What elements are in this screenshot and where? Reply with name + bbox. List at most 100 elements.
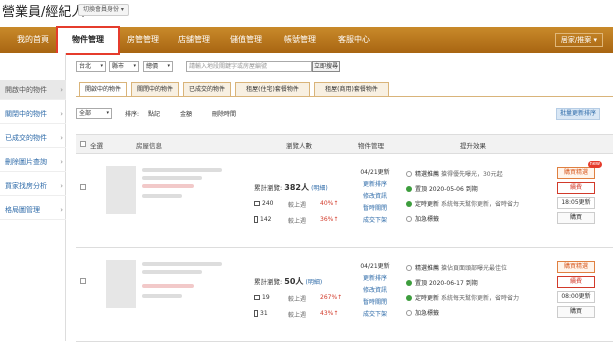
boost-effects: 精選推薦 搶佔頁面頭部曝光最佳位 置頂 2020-06-17 到期 定時更新 系… [406,261,556,321]
boost-buttons: 購買精選 續費 08:00更新 購買 [557,261,595,321]
sidebar-item-deleted-images[interactable]: 刪除圖片查詢 › [0,152,66,172]
search-input[interactable]: 請輸入地段關鍵字或房屋編號 [186,61,312,72]
buy-button[interactable]: 購買 [557,306,595,318]
row-checkbox[interactable] [80,278,86,284]
pc-views-change: 40%↑ [320,200,339,207]
sidebar-item-label: 買家找房分析 [5,182,47,190]
mark-sold-link[interactable]: 成交下架 [360,309,390,321]
bulk-update-sort-button[interactable]: 批量更新排序 [556,108,601,120]
mark-sold-link[interactable]: 成交下架 [360,215,390,227]
renew-button[interactable]: 續費 [557,276,595,288]
mobile-icon [254,310,258,317]
effect-name: 精選推薦 [415,171,440,178]
listing-thumbnail[interactable] [106,260,136,308]
new-badge: new [587,161,602,168]
effect-name: 定時更新 [415,295,440,302]
listing-subtitle-placeholder [142,176,202,180]
check-icon [406,280,412,286]
price-type-select[interactable]: 總價 ▾ [143,61,173,72]
search-button[interactable]: 立即搜尋 [312,61,340,72]
update-sort-link[interactable]: 更新排序 [360,273,390,285]
tab-closed[interactable]: 關閉中的物件 [131,82,179,96]
nav-listing-management[interactable]: 物件管理 [56,26,120,55]
tab-open[interactable]: 開啟中的物件 [79,82,127,96]
nav-housing-management[interactable]: 房管管理 [127,34,159,45]
sidebar-item-label: 關閉中的物件 [5,110,47,118]
edit-info-link[interactable]: 修改資訊 [360,191,390,203]
row-checkbox[interactable] [80,184,86,190]
views-detail-link[interactable]: (明細) [311,185,328,192]
top-bar: 營業員/經紀人 切換會員身份 ▾ [0,0,613,24]
temporary-close-link[interactable]: 暫時關閉 [360,203,390,215]
city-select-value: 台北 [79,63,92,70]
chevron-right-icon: › [60,86,63,94]
listing-subtitle-placeholder [142,270,202,274]
buy-button[interactable]: 購買 [557,212,595,224]
effect-featured: 精選推薦 搶得優先曝光，30元起 [406,167,556,182]
column-boost: 提升效果 [460,142,486,150]
table-row: 累計瀏覽: 382人 (明細) 240 較上週 40%↑ 142 較上週 36%↑ 04… [76,154,613,248]
boost-effects: 精選推薦 搶得優先曝光，30元起 置頂 2020-05-06 到期 定時更新 系… [406,167,556,227]
district-select[interactable]: 縣市 ▾ [109,61,139,72]
renew-button[interactable]: 續費 [557,182,595,194]
mobile-views-value: 31 [260,310,268,317]
district-select-value: 縣市 [112,63,125,70]
mobile-views: 142 較上週 36%↑ [254,216,338,225]
sidebar-item-floorplan[interactable]: 格局圖管理 › [0,200,66,220]
desktop-icon [254,295,260,300]
total-views-label: 累計瀏覽: [254,184,283,192]
views-detail-link[interactable]: (明細) [306,279,323,286]
check-icon [406,295,412,301]
nav-customer-service[interactable]: 客服中心 [338,34,370,45]
table-row: 累計瀏覽: 50人 (明細) 19 較上週 267%↑ 31 較上週 43%↑ 04/2… [76,248,613,342]
switch-role-label: 切換會員身份 [83,6,120,13]
sort-option-deleted-time[interactable]: 刪除時間 [212,109,236,118]
table-header: 全選 房屋信息 瀏覽人數 物件管理 提升效果 [76,134,613,154]
city-select[interactable]: 台北 ▾ [76,61,106,72]
listing-price-placeholder [142,284,194,288]
inactive-icon [406,310,412,316]
update-time-select[interactable]: 18:05更新 [557,197,595,209]
buy-featured-button[interactable]: 購買精選 new [557,161,602,179]
nav-account-management[interactable]: 帳號管理 [284,34,316,45]
mobile-views-change: 43%↑ [320,310,339,317]
effect-name: 置頂 [415,186,428,193]
pc-views: 240 較上週 40%↑ [254,200,338,209]
boost-buttons: 購買精選 new 續費 18:05更新 購買 [557,161,602,227]
effect-urgent-tag: 加急標籤 [406,306,556,321]
total-views-value: 382人 [284,183,309,192]
nav-home[interactable]: 我的首頁 [17,34,49,45]
edit-info-link[interactable]: 修改資訊 [360,285,390,297]
nav-credit-management[interactable]: 儲值管理 [230,34,262,45]
tab-sold[interactable]: 已成交的物件 [183,82,231,96]
total-views: 累計瀏覽: 50人 (明細) [254,276,322,287]
switch-role-dropdown[interactable]: 切換會員身份 ▾ [78,4,129,16]
sidebar-item-buyer-analysis[interactable]: 買家找房分析 › [0,176,66,196]
temporary-close-link[interactable]: 暫時關閉 [360,297,390,309]
listing-thumbnail[interactable] [106,166,136,214]
chevron-down-icon: ▾ [167,63,170,69]
select-all-checkbox[interactable] [80,141,86,147]
update-sort-link[interactable]: 更新排序 [360,179,390,191]
tab-rent-commercial[interactable]: 租屋(商用)套餐物件 [314,82,389,96]
chevron-right-icon: › [60,206,63,214]
nav-store-management[interactable]: 店舖管理 [178,34,210,45]
mobile-views-value: 142 [260,216,272,223]
sidebar-item-label: 格局圖管理 [5,206,40,214]
tab-rent-residential[interactable]: 租屋(住宅)套餐物件 [235,82,310,96]
sidebar-item-closed-listings[interactable]: 關閉中的物件 › [0,104,66,124]
chevron-down-icon: ▾ [100,63,103,69]
update-time-select[interactable]: 08:00更新 [557,291,595,303]
user-menu-dropdown[interactable]: 居家/推案 ▾ [554,33,603,47]
listing-title-placeholder [142,262,222,266]
buy-featured-button[interactable]: 購買精選 [557,261,595,273]
scope-select[interactable]: 全部 ▾ [76,108,112,119]
pc-views-change: 267%↑ [320,294,343,301]
inactive-icon [406,171,412,177]
sidebar-item-sold-listings[interactable]: 已成交的物件 › [0,128,66,148]
sort-label: 排序: [125,111,140,118]
sidebar-item-open-listings[interactable]: 開啟中的物件 › [0,80,66,100]
chevron-down-icon: ▾ [106,110,109,116]
sort-option-price[interactable]: 金額 [180,109,192,118]
sort-option-clicks[interactable]: 點記 [148,109,160,118]
